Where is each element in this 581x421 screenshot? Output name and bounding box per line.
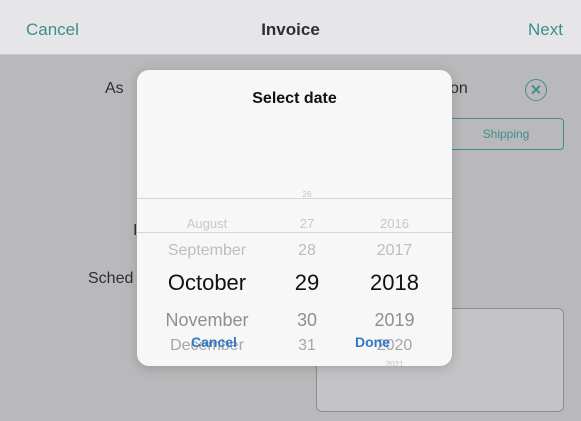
nav-bar: Cancel Invoice Next bbox=[0, 0, 581, 55]
nav-next-button[interactable]: Next bbox=[528, 20, 563, 40]
day-option[interactable]: 26 bbox=[277, 190, 337, 199]
wheel-row-selected[interactable]: October 29 2018 bbox=[137, 270, 452, 296]
wheel-row[interactable]: November 30 2019 bbox=[137, 310, 452, 336]
shipping-button[interactable]: Shipping bbox=[448, 118, 564, 150]
assign-label: As bbox=[105, 80, 124, 97]
wheel-row[interactable]: 26 bbox=[137, 190, 452, 216]
dialog-done-button[interactable]: Done bbox=[355, 334, 390, 350]
day-option[interactable]: 30 bbox=[277, 310, 337, 331]
day-option[interactable]: 31 bbox=[277, 337, 337, 355]
option-label: on bbox=[450, 80, 468, 97]
wheel-row[interactable]: August 27 2016 bbox=[137, 216, 452, 242]
month-option[interactable]: September bbox=[137, 242, 277, 260]
dialog-title: Select date bbox=[252, 90, 337, 107]
clear-icon[interactable] bbox=[525, 79, 547, 101]
year-option[interactable]: 2017 bbox=[337, 242, 452, 260]
wheel-row[interactable]: September 28 2017 bbox=[137, 242, 452, 268]
wheel-row[interactable]: 2021 bbox=[137, 360, 452, 366]
year-option[interactable]: 2016 bbox=[337, 216, 452, 231]
dialog-cancel-button[interactable]: Cancel bbox=[191, 334, 237, 350]
selected-year[interactable]: 2018 bbox=[337, 270, 452, 296]
day-option[interactable]: 27 bbox=[277, 216, 337, 231]
selected-day[interactable]: 29 bbox=[277, 270, 337, 296]
selected-month[interactable]: October bbox=[137, 270, 277, 296]
year-option[interactable]: 2019 bbox=[337, 310, 452, 331]
page-title: Invoice bbox=[261, 20, 320, 39]
day-option[interactable]: 28 bbox=[277, 242, 337, 260]
date-picker-dialog: Select date 26 August 27 2016 September … bbox=[137, 70, 452, 366]
year-option[interactable]: 2021 bbox=[337, 360, 452, 366]
month-option[interactable]: August bbox=[137, 216, 277, 231]
schedule-label: Sched bbox=[88, 270, 134, 287]
month-option[interactable]: November bbox=[137, 310, 277, 331]
